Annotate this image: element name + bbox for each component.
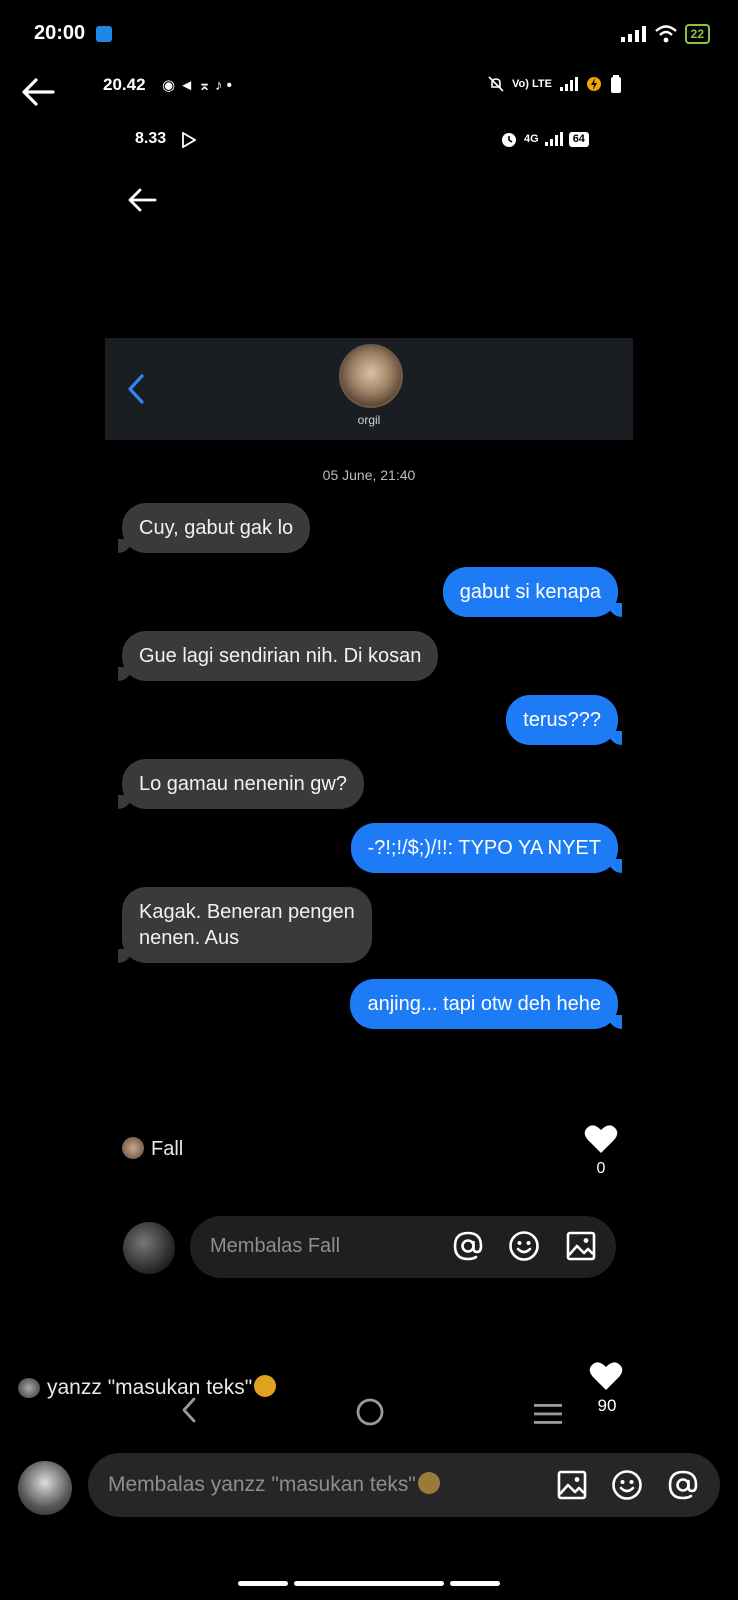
volte-label: Vo) LTE xyxy=(512,78,552,90)
message-outgoing: gabut si kenapa xyxy=(442,567,623,617)
inner2-status-icons: 4G 64 xyxy=(500,130,589,148)
battery-icon: 22 xyxy=(684,24,710,44)
inner-status-icons: Vo) LTE xyxy=(488,75,622,93)
smiley-icon xyxy=(612,1470,642,1500)
emoji-button[interactable] xyxy=(508,1230,540,1262)
inner-notification-icons: ◉ ◄ ⌅ ♪ • xyxy=(162,77,232,94)
wifi-icon xyxy=(654,25,677,43)
circle-icon xyxy=(356,1398,384,1426)
like-button[interactable] xyxy=(584,1124,618,1154)
comment-author-text: yanzz "masukan teks" xyxy=(47,1375,277,1400)
user-avatar xyxy=(123,1222,175,1274)
battery-level: 64 xyxy=(568,131,589,147)
reply-input-placeholder: Membalas yanzz "masukan teks" xyxy=(108,1472,440,1497)
inner2-status-time: 8.33 xyxy=(135,130,167,147)
comment-author: yanzz "masukan teks" xyxy=(47,1376,253,1399)
inner-back-button[interactable] xyxy=(126,186,160,216)
image-icon xyxy=(557,1470,587,1500)
at-icon xyxy=(453,1231,483,1261)
message-incoming: Lo gamau nenenin gw? xyxy=(118,759,364,809)
contact-name: orgil xyxy=(357,413,381,427)
chat-back-button[interactable] xyxy=(125,372,147,406)
commenter-avatar[interactable] xyxy=(122,1137,144,1159)
at-icon xyxy=(668,1470,698,1500)
mute-icon xyxy=(488,76,504,92)
status-time: 20:00 xyxy=(34,22,86,44)
commenter-avatar[interactable] xyxy=(18,1378,40,1398)
arrow-left-icon xyxy=(22,78,55,106)
reply-placeholder-text: Membalas yanzz "masukan teks" xyxy=(108,1473,416,1496)
charging-icon xyxy=(586,77,601,91)
user-avatar xyxy=(18,1461,72,1515)
reply-input-placeholder: Membalas Fall xyxy=(210,1235,341,1257)
like-count: 90 xyxy=(597,1396,617,1415)
emoji-icon xyxy=(254,1375,277,1397)
inner-status-time: 20.42 xyxy=(103,75,146,94)
nav-back-button[interactable] xyxy=(180,1396,198,1424)
signal-icon xyxy=(544,132,563,146)
alarm-icon xyxy=(502,133,516,147)
message-incoming: Cuy, gabut gak lo xyxy=(117,503,311,553)
mention-button[interactable] xyxy=(452,1230,484,1262)
message-incoming: Gue lagi sendirian nih. Di kosan xyxy=(117,631,439,681)
smiley-icon xyxy=(509,1231,539,1261)
image-button[interactable] xyxy=(556,1469,588,1501)
heart-icon xyxy=(584,1125,618,1153)
status-icons: 22 xyxy=(620,24,710,44)
battery-icon xyxy=(610,75,621,93)
arrow-left-icon xyxy=(128,188,157,212)
image-button[interactable] xyxy=(565,1230,597,1262)
network-label: 4G xyxy=(524,133,539,145)
play-store-icon xyxy=(182,132,196,148)
menu-icon xyxy=(534,1404,562,1424)
gesture-bar[interactable] xyxy=(238,1581,500,1586)
chat-date: 05 June, 21:40 xyxy=(322,467,416,483)
nav-home-button[interactable] xyxy=(355,1397,385,1427)
signal-icon xyxy=(620,26,646,42)
like-button[interactable] xyxy=(589,1361,623,1391)
chevron-left-icon xyxy=(128,374,144,404)
emoji-button[interactable] xyxy=(611,1469,643,1501)
message-incoming: Kagak. Beneran pengen nenen. Aus xyxy=(118,887,372,963)
message-outgoing: -?!;!/$;)/!!: TYPO YA NYET xyxy=(350,823,623,873)
image-icon xyxy=(566,1231,596,1261)
nav-recents-button[interactable] xyxy=(533,1402,563,1426)
chevron-left-icon xyxy=(182,1397,196,1423)
contact-avatar[interactable] xyxy=(339,344,403,408)
heart-icon xyxy=(589,1362,623,1390)
emoji-icon xyxy=(417,1472,440,1494)
message-outgoing: terus??? xyxy=(506,695,622,745)
message-outgoing: anjing... tapi otw deh hehe xyxy=(350,979,622,1029)
commenter-name[interactable]: Fall xyxy=(151,1138,183,1161)
mention-button[interactable] xyxy=(667,1469,699,1501)
back-button[interactable] xyxy=(20,76,60,112)
like-count: 0 xyxy=(596,1160,606,1177)
signal-icon xyxy=(559,77,578,91)
notification-icon xyxy=(96,26,112,42)
